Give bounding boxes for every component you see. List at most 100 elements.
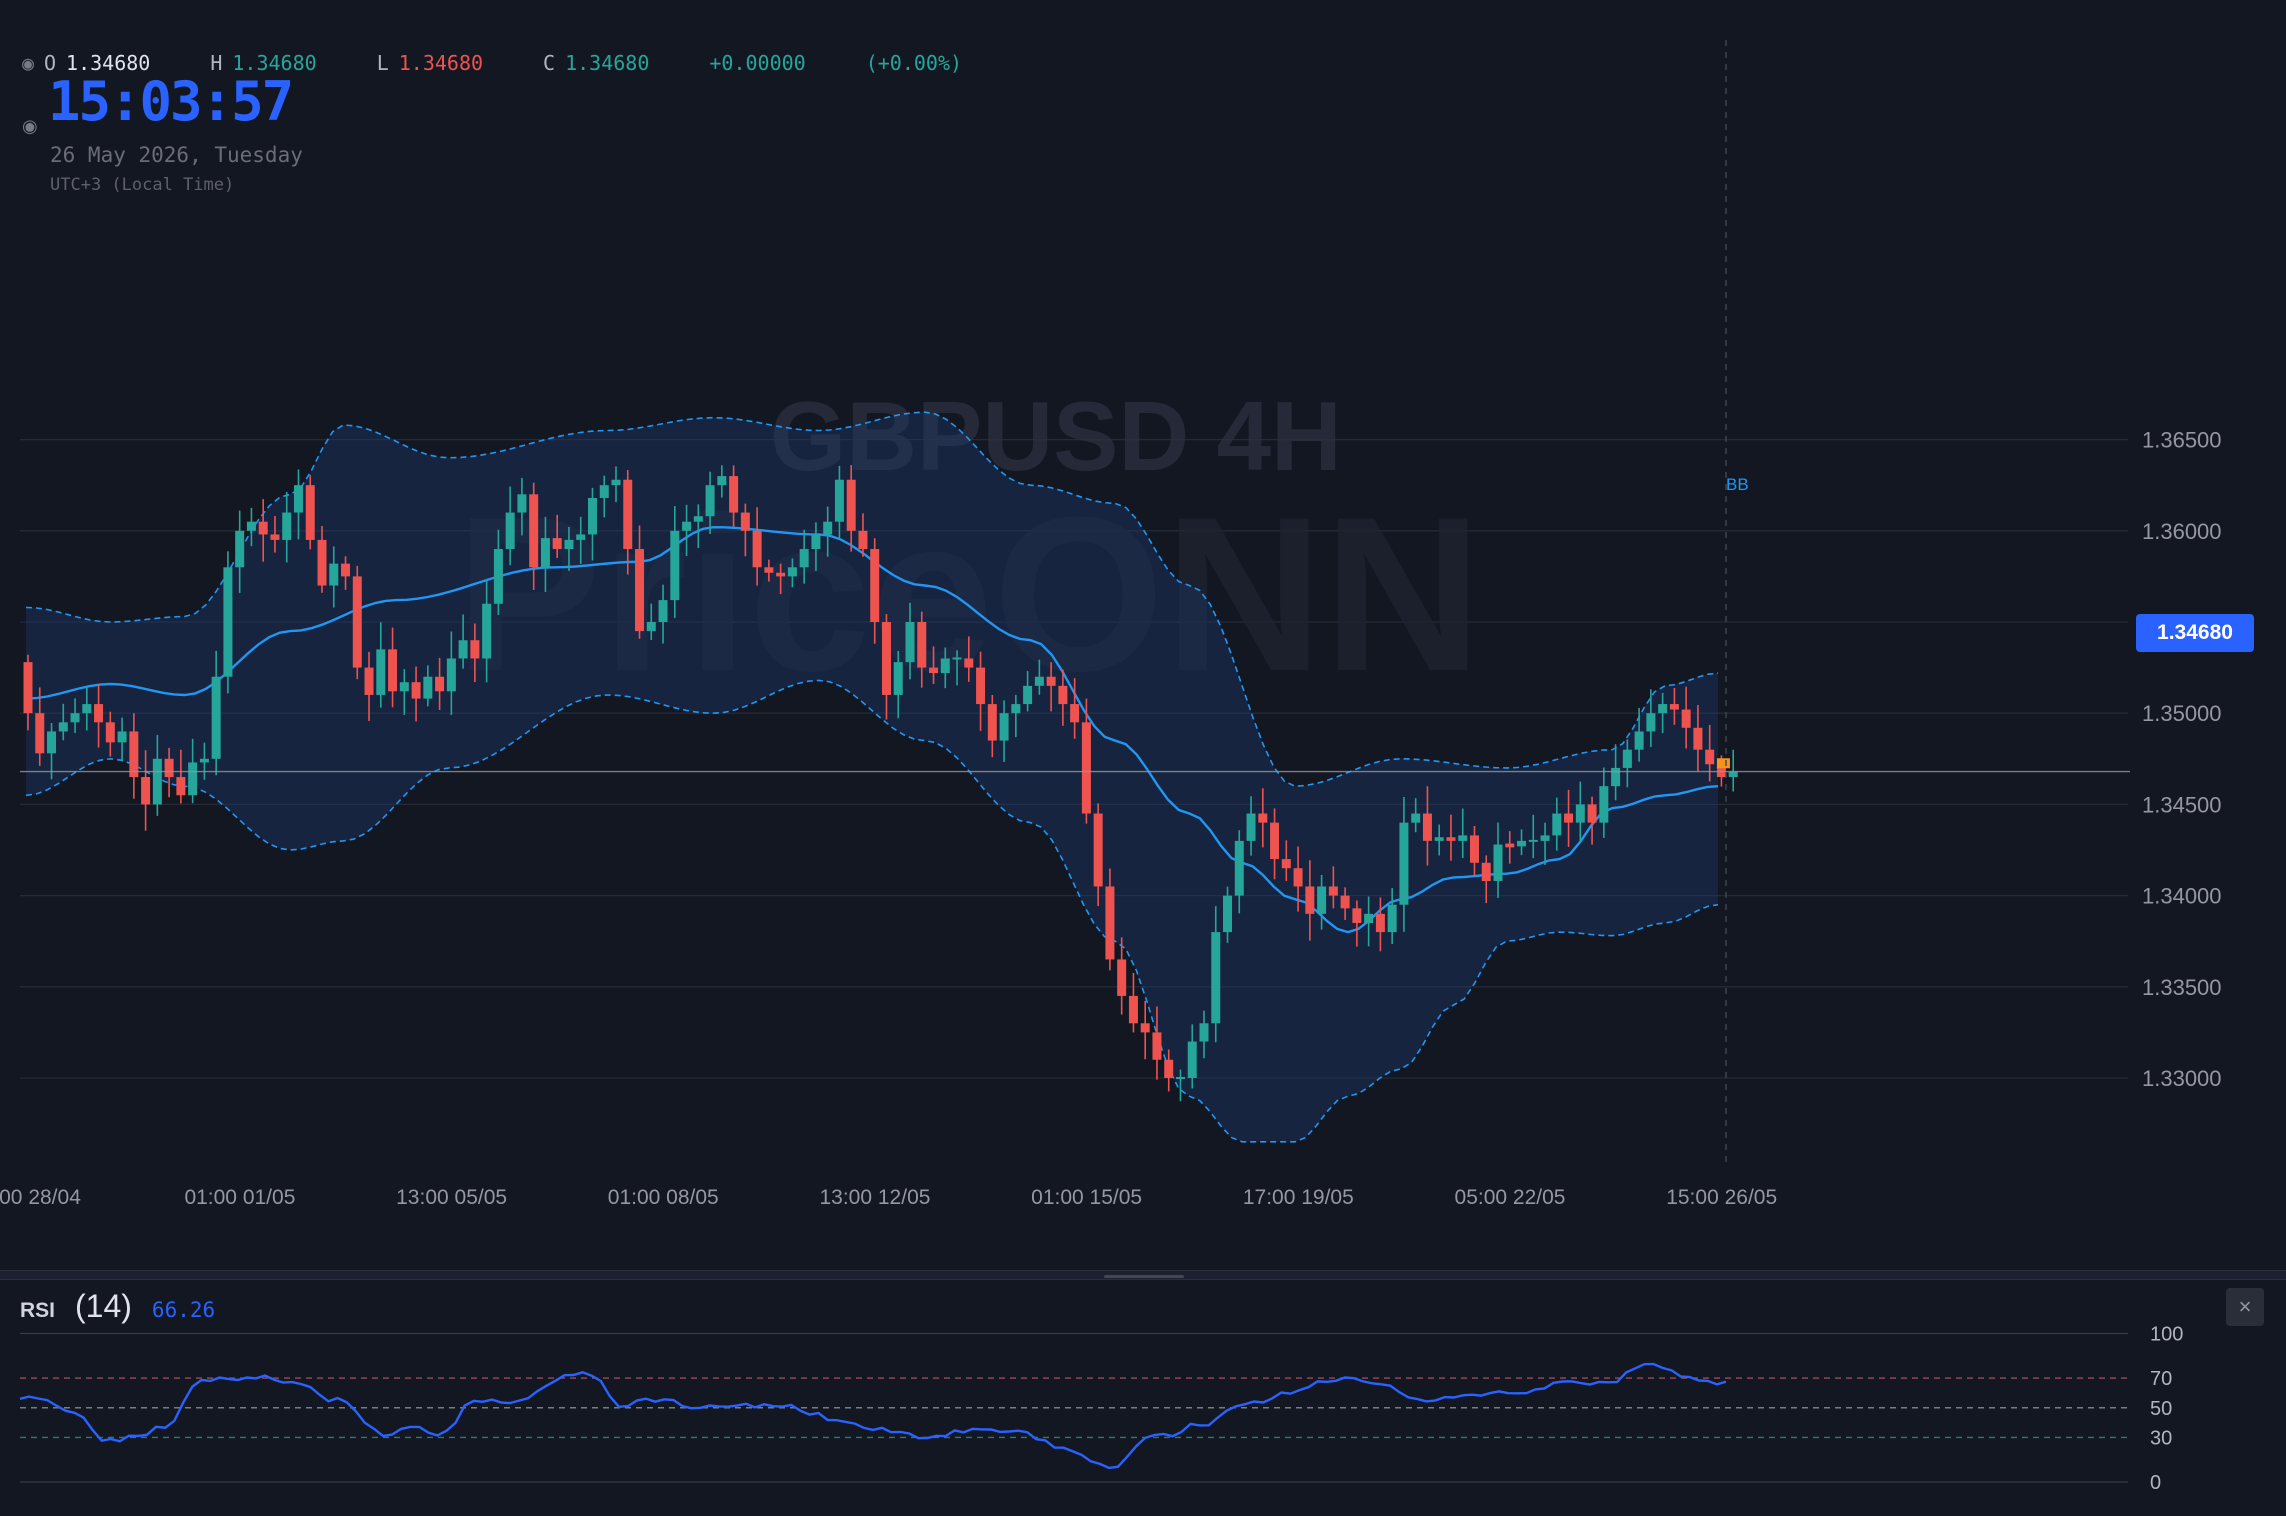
candle-body (599, 485, 609, 498)
candle-body (1728, 771, 1738, 778)
candle-body (1081, 722, 1091, 814)
candle-body (1105, 886, 1115, 960)
candle-body (670, 530, 680, 601)
candle-body (223, 567, 233, 677)
candle-body (870, 549, 880, 622)
candle-body (1540, 835, 1550, 841)
candle-body (305, 485, 315, 540)
candle-body (1599, 786, 1609, 823)
candle-body (376, 649, 386, 695)
candle-body (552, 538, 562, 550)
candle-body (270, 534, 280, 540)
candle (1140, 1000, 1150, 1060)
candle-body (999, 713, 1009, 741)
candle-body (493, 549, 503, 604)
time-tick-label: 13:00 05/05 (396, 1186, 507, 1209)
candle-body (1458, 835, 1468, 841)
candle-body (823, 521, 833, 535)
rsi-tick-label: 70 (2150, 1368, 2172, 1390)
candle-body (1164, 1059, 1174, 1078)
candle-body (917, 622, 927, 668)
ohlc-close: C 1.34680 (543, 51, 650, 75)
ohlc-low: L 1.34680 (376, 51, 484, 75)
ohlc-change-pct: (+0.00%) (865, 51, 963, 75)
candle-body (1587, 804, 1597, 823)
candle-body (117, 731, 127, 743)
candle-body (1117, 959, 1127, 996)
candle-body (446, 658, 456, 692)
candle-body (482, 603, 492, 659)
candle-body (1352, 908, 1362, 923)
candle-body (1258, 813, 1268, 823)
candle-body (1446, 837, 1456, 841)
time-tick-label: 01:00 15/05 (1031, 1186, 1142, 1209)
candle-body (1223, 895, 1233, 933)
candle-body (1011, 704, 1021, 714)
candle-body (329, 563, 339, 586)
candle (352, 565, 362, 680)
candle-body (1505, 843, 1515, 848)
candle-body (1528, 839, 1538, 842)
candle (1117, 937, 1127, 1015)
candle-body (1693, 727, 1703, 750)
candle-body (1317, 886, 1327, 914)
time-tick-label: 00 28/04 (0, 1186, 81, 1209)
eye-icon[interactable]: ◉ (22, 116, 38, 137)
candle-body (940, 658, 950, 674)
rsi-tick-label: 50 (2150, 1398, 2172, 1420)
clock-time: 15:03:57 (48, 70, 294, 133)
candle-body (35, 713, 45, 754)
candle-body (834, 479, 844, 522)
price-tick-label: 1.33500 (2142, 975, 2222, 1000)
candle-body (341, 563, 351, 577)
candle-body (1375, 913, 1385, 933)
candle-body (1364, 913, 1374, 923)
rsi-tick-label: 0 (2150, 1472, 2161, 1494)
candle-body (517, 494, 527, 513)
candle-body (787, 567, 797, 577)
price-chart[interactable]: GBPUSD 4HPriceONN BB 1.330001.335001.340… (0, 0, 2286, 1270)
time-tick-label: 05:00 22/05 (1455, 1186, 1566, 1209)
candle-body (152, 758, 162, 805)
candle-body (1422, 813, 1432, 841)
candle-body (1669, 704, 1679, 710)
ohlc-change: +0.00000 (709, 51, 806, 75)
candle-body (1070, 704, 1080, 723)
candle-body (1058, 685, 1068, 705)
candle-body (282, 512, 292, 540)
candle (305, 475, 315, 550)
candle-body (1646, 713, 1656, 732)
candle-body (58, 722, 68, 732)
candle-body (1199, 1023, 1209, 1042)
candle-body (976, 667, 986, 705)
candle-body (1564, 813, 1574, 823)
price-tick-label: 1.34000 (2142, 884, 2222, 909)
candle-body (799, 549, 809, 568)
candle (1728, 749, 1738, 792)
pane-resize-handle[interactable] (1104, 1275, 1184, 1278)
candle-body (293, 485, 303, 513)
clock-date: 26 May 2026, Tuesday (50, 143, 303, 167)
candle-body (246, 521, 256, 531)
eye-icon[interactable]: ◉ (22, 51, 44, 75)
candle-body (188, 762, 198, 796)
candle-body (705, 485, 715, 517)
candle-body (164, 758, 174, 778)
candle-body (1328, 886, 1338, 896)
current-price-label: 1.34680 (2136, 614, 2254, 652)
candle-body (693, 516, 703, 522)
price-tick-label: 1.36500 (2142, 428, 2222, 453)
time-tick-label: 01:00 08/05 (608, 1186, 719, 1209)
candle-body (658, 600, 668, 622)
rsi-tick-label: 100 (2150, 1324, 2183, 1346)
rsi-chart[interactable]: 0 30 50 70 100 (0, 1280, 2286, 1510)
candle-body (94, 704, 104, 723)
candle-body (635, 549, 645, 632)
candle-body (105, 722, 115, 743)
price-tick-label: 1.33000 (2142, 1066, 2222, 1091)
candle-body (1270, 822, 1280, 860)
candle-body (858, 530, 868, 550)
candle-body (1622, 749, 1632, 768)
candle-body (235, 530, 245, 568)
candle-body (141, 777, 151, 805)
